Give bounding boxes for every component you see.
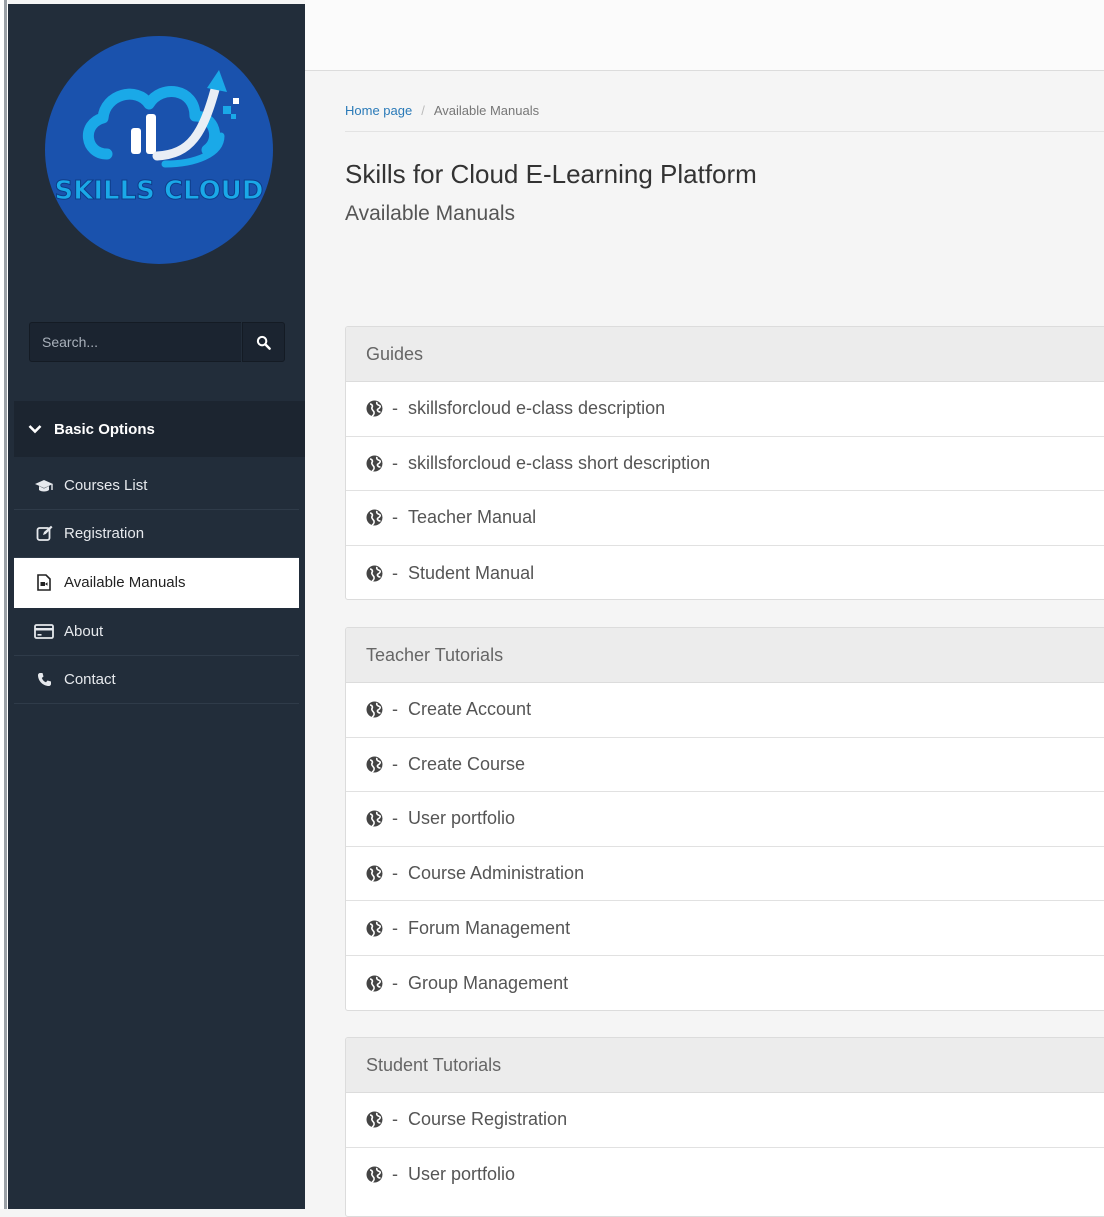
panel-teacher-tutorials: Teacher Tutorials - Create Account - Cre… xyxy=(345,627,1104,1011)
sidebar-item-registration[interactable]: Registration xyxy=(14,510,299,558)
manual-link-label: User portfolio xyxy=(408,808,516,829)
credit-card-icon xyxy=(33,623,55,641)
window-edge xyxy=(0,0,8,1209)
panel-heading: Guides xyxy=(346,327,1104,382)
phone-icon xyxy=(33,671,55,689)
page-title: Skills for Cloud E-Learning Platform xyxy=(345,159,757,189)
item-prefix: - xyxy=(392,917,398,938)
globe-icon xyxy=(366,975,383,992)
sidebar-item-label: Courses List xyxy=(64,477,148,494)
globe-icon xyxy=(366,1111,383,1129)
panel-heading: Teacher Tutorials xyxy=(346,628,1104,683)
globe-icon xyxy=(366,565,383,582)
globe-icon xyxy=(366,400,383,418)
item-prefix: - xyxy=(392,452,398,473)
breadcrumb-current: Available Manuals xyxy=(433,103,540,118)
item-prefix: - xyxy=(392,562,398,583)
skills-cloud-logo[interactable]: SKILLS CLOUD xyxy=(45,36,273,264)
sidebar-item-courses-list[interactable]: Courses List xyxy=(14,462,299,510)
panel-guides: Guides - skillsforcloud e-class descript… xyxy=(345,326,1104,600)
manual-link-label: Student Manual xyxy=(408,562,535,583)
search-icon xyxy=(256,335,271,350)
globe-icon xyxy=(366,756,383,773)
item-prefix: - xyxy=(392,1164,398,1185)
item-prefix: - xyxy=(392,863,398,884)
sidebar-item-contact[interactable]: Contact xyxy=(14,656,299,704)
globe-icon xyxy=(366,810,383,828)
sidebar-item-about[interactable]: About xyxy=(14,608,299,656)
manual-link-item[interactable]: - skillsforcloud e-class description xyxy=(346,382,1104,437)
manual-link-item[interactable]: - Course Administration xyxy=(346,847,1104,902)
manual-link-label: Course Administration xyxy=(408,863,585,884)
top-bar xyxy=(305,0,1104,71)
graduation-cap-icon xyxy=(33,477,55,495)
divider xyxy=(345,131,1104,132)
sidebar-menu: Courses List Registration Available Manu… xyxy=(14,462,299,704)
globe-icon xyxy=(366,920,383,937)
search-button[interactable] xyxy=(242,322,285,362)
sidebar-item-label: Registration xyxy=(64,525,145,542)
page-subtitle: Available Manuals xyxy=(345,202,516,225)
manual-link-label: skillsforcloud e-class description xyxy=(408,398,666,419)
breadcrumb-home-link[interactable]: Home page xyxy=(345,103,412,118)
globe-icon xyxy=(366,455,383,472)
item-prefix: - xyxy=(392,972,398,993)
manual-link-item[interactable]: - User portfolio xyxy=(346,1148,1104,1203)
panel-student-tutorials: Student Tutorials - Course Registration … xyxy=(345,1037,1104,1217)
globe-icon xyxy=(366,509,383,527)
item-prefix: - xyxy=(392,753,398,774)
manual-link-label: skillsforcloud e-class short description xyxy=(408,452,711,473)
chevron-down-icon xyxy=(28,424,42,434)
search-input[interactable] xyxy=(29,322,241,362)
manual-link-item[interactable]: - Forum Management xyxy=(346,901,1104,956)
item-prefix: - xyxy=(392,699,398,720)
file-video-icon xyxy=(33,574,55,592)
item-prefix: - xyxy=(392,398,398,419)
manual-link-item[interactable]: - Create Account xyxy=(346,683,1104,738)
svg-text:SKILLS CLOUD: SKILLS CLOUD xyxy=(55,176,264,206)
manual-link-label: Course Registration xyxy=(408,1109,568,1130)
globe-icon xyxy=(366,865,383,882)
manual-link-item[interactable]: - Create Course xyxy=(346,738,1104,793)
manual-link-item[interactable]: - Student Manual xyxy=(346,546,1104,599)
main-content: Home page / Available Manuals Skills for… xyxy=(305,71,1104,1217)
sidebar-item-label: About xyxy=(64,623,104,640)
sidebar-item-available-manuals[interactable]: Available Manuals xyxy=(14,558,299,608)
manual-link-item[interactable]: - Teacher Manual xyxy=(346,491,1104,546)
manual-link-label: Create Course xyxy=(408,753,526,774)
sidebar-item-label: Available Manuals xyxy=(64,574,186,591)
manual-link-label: Teacher Manual xyxy=(408,507,537,528)
manual-link-label: Create Account xyxy=(408,699,532,720)
manual-link-label: User portfolio xyxy=(408,1164,516,1185)
item-prefix: - xyxy=(392,1109,398,1130)
globe-icon xyxy=(366,701,383,719)
manual-link-item[interactable]: - Course Registration xyxy=(346,1093,1104,1148)
manual-link-item[interactable]: - skillsforcloud e-class short descripti… xyxy=(346,437,1104,492)
breadcrumb-separator: / xyxy=(421,103,425,118)
item-prefix: - xyxy=(392,808,398,829)
manual-link-label: Forum Management xyxy=(408,917,571,938)
manual-link-item[interactable]: - User portfolio xyxy=(346,792,1104,847)
item-prefix: - xyxy=(392,507,398,528)
globe-icon xyxy=(366,1166,383,1184)
manual-link-label: Group Management xyxy=(408,972,569,993)
manual-link-item[interactable]: - Group Management xyxy=(346,956,1104,1010)
edit-icon xyxy=(33,525,55,543)
panel-heading: Student Tutorials xyxy=(346,1038,1104,1093)
basic-options-toggle[interactable]: Basic Options xyxy=(14,401,305,457)
breadcrumb: Home page / Available Manuals xyxy=(345,103,539,118)
menu-section-title: Basic Options xyxy=(54,420,155,438)
sidebar: SKILLS CLOUD Basic Options Courses List xyxy=(8,4,305,1209)
search-box xyxy=(29,322,285,362)
sidebar-item-label: Contact xyxy=(64,671,116,688)
